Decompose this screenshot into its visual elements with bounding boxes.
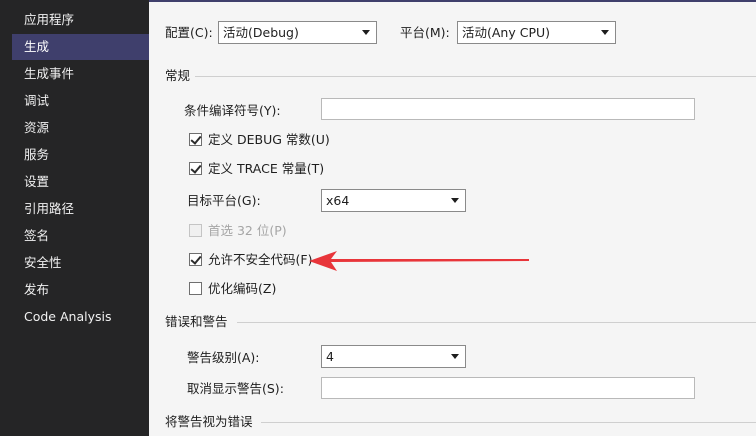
sidebar-item-code-analysis[interactable]: Code Analysis xyxy=(12,304,149,330)
section-divider xyxy=(261,422,756,423)
target-platform-select[interactable]: x64 xyxy=(321,189,466,212)
sidebar: 应用程序 生成 生成事件 调试 资源 服务 设置 引用路径 签名 安全性 发布 … xyxy=(0,0,159,436)
allow-unsafe-code-checkbox[interactable] xyxy=(189,253,202,266)
sidebar-item-publish[interactable]: 发布 xyxy=(12,277,149,303)
suppress-warnings-input[interactable] xyxy=(321,377,695,399)
warning-level-value: 4 xyxy=(326,349,334,364)
prefer-32bit-label: 首选 32 位(P) xyxy=(208,223,287,238)
configuration-select[interactable]: 活动(Debug) xyxy=(218,21,377,44)
define-trace-checkbox[interactable] xyxy=(189,162,202,175)
sidebar-item-build-events[interactable]: 生成事件 xyxy=(12,61,149,87)
define-trace-label: 定义 TRACE 常量(T) xyxy=(208,161,325,176)
target-platform-value: x64 xyxy=(326,193,350,208)
chevron-down-icon xyxy=(362,30,370,35)
build-settings-panel: 配置(C): 活动(Debug) 平台(M): 活动(Any CPU) 常规 条… xyxy=(149,0,756,436)
warning-level-label: 警告级别(A): xyxy=(187,350,260,365)
arrow-shape xyxy=(309,251,529,271)
sidebar-item-resources[interactable]: 资源 xyxy=(12,115,149,141)
section-title-errors: 错误和警告 xyxy=(165,314,228,329)
section-divider xyxy=(237,322,756,323)
chevron-down-icon xyxy=(451,198,459,203)
configuration-label: 配置(C): xyxy=(165,25,213,40)
optimize-code-label: 优化编码(Z) xyxy=(208,281,277,296)
annotation-arrow xyxy=(309,251,529,271)
section-divider xyxy=(195,76,756,77)
conditional-symbols-input[interactable] xyxy=(321,98,695,120)
sidebar-item-signing[interactable]: 签名 xyxy=(12,223,149,249)
sidebar-item-reference-paths[interactable]: 引用路径 xyxy=(12,196,149,222)
warning-level-select[interactable]: 4 xyxy=(321,345,466,368)
platform-select[interactable]: 活动(Any CPU) xyxy=(457,21,616,44)
section-title-treat-warnings: 将警告视为错误 xyxy=(165,414,253,429)
define-debug-label: 定义 DEBUG 常数(U) xyxy=(208,132,330,147)
sidebar-item-settings[interactable]: 设置 xyxy=(12,169,149,195)
configuration-value: 活动(Debug) xyxy=(223,25,299,40)
suppress-warnings-label: 取消显示警告(S): xyxy=(187,381,284,396)
chevron-down-icon xyxy=(601,30,609,35)
platform-value: 活动(Any CPU) xyxy=(462,25,551,40)
prefer-32bit-checkbox[interactable] xyxy=(189,224,202,237)
sidebar-item-application[interactable]: 应用程序 xyxy=(12,7,149,33)
chevron-down-icon xyxy=(451,354,459,359)
optimize-code-checkbox[interactable] xyxy=(189,282,202,295)
sidebar-item-debug[interactable]: 调试 xyxy=(12,88,149,114)
sidebar-item-build[interactable]: 生成 xyxy=(12,34,159,60)
platform-label: 平台(M): xyxy=(400,25,450,40)
section-title-general: 常规 xyxy=(165,68,191,83)
allow-unsafe-code-label: 允许不安全代码(F) xyxy=(208,252,313,267)
target-platform-label: 目标平台(G): xyxy=(187,193,261,208)
define-debug-checkbox[interactable] xyxy=(189,133,202,146)
sidebar-item-services[interactable]: 服务 xyxy=(12,142,149,168)
conditional-symbols-label: 条件编译符号(Y): xyxy=(184,103,281,118)
sidebar-item-security[interactable]: 安全性 xyxy=(12,250,149,276)
